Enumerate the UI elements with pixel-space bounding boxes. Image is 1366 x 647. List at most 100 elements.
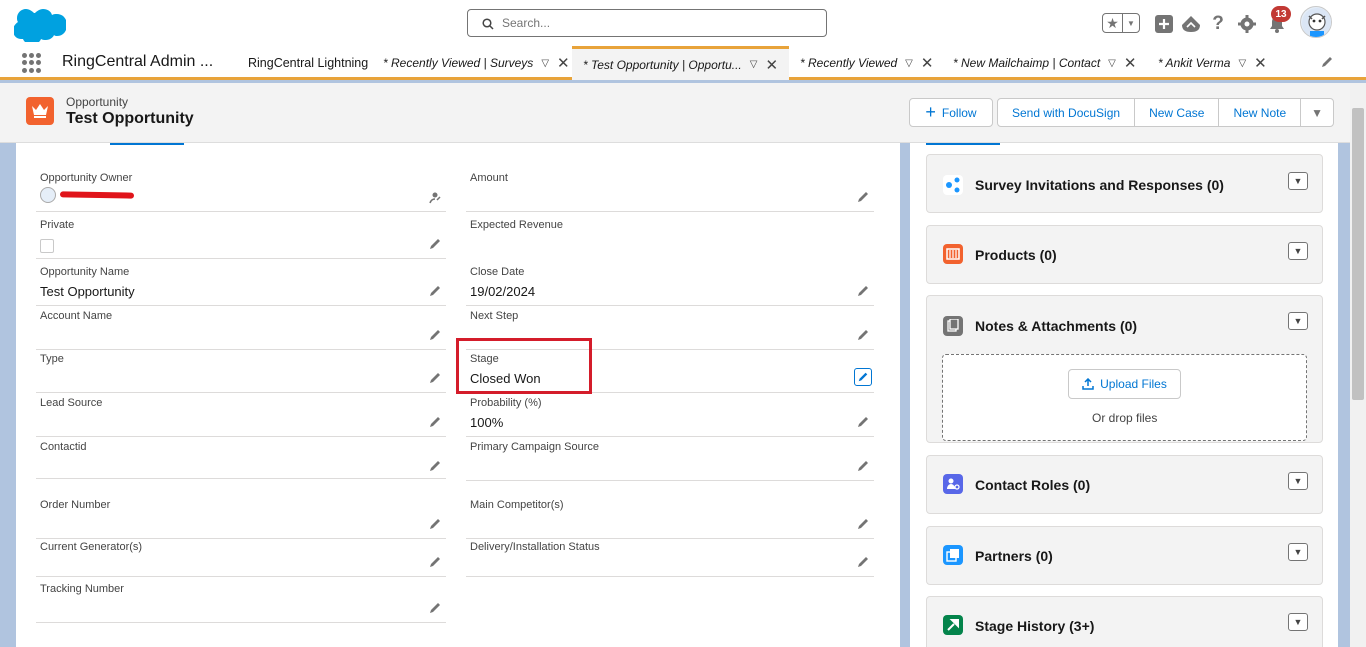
- global-actions-icon[interactable]: [1153, 13, 1175, 35]
- close-icon[interactable]: ✕: [921, 54, 934, 72]
- field-label: Next Step: [470, 310, 519, 322]
- tab-recently-viewed-surveys[interactable]: * Recently Viewed | Surveys ▽ ✕: [383, 46, 570, 80]
- edit-pencil-icon[interactable]: [428, 237, 442, 251]
- field-label: Lead Source: [40, 397, 103, 409]
- notes-card-title[interactable]: Notes & Attachments (0): [975, 318, 1137, 334]
- close-icon[interactable]: ✕: [557, 54, 570, 72]
- chevron-down-icon[interactable]: ▽: [905, 58, 913, 69]
- close-icon[interactable]: ✕: [765, 56, 778, 74]
- more-actions-chevron-icon[interactable]: ▼: [1301, 99, 1333, 126]
- edit-nav-pencil-icon[interactable]: [1320, 55, 1334, 74]
- field-label: Type: [40, 353, 64, 365]
- field-label: Opportunity Name: [40, 266, 130, 278]
- owner-avatar: [40, 187, 56, 203]
- field-primary-campaign-source: Primary Campaign Source: [466, 437, 874, 481]
- edit-pencil-icon[interactable]: [856, 190, 870, 204]
- tab-ankit-verma[interactable]: * Ankit Verma ▽ ✕: [1158, 46, 1267, 80]
- edit-pencil-icon[interactable]: [856, 415, 870, 429]
- edit-pencil-icon[interactable]: [428, 601, 442, 615]
- edit-pencil-icon[interactable]: [856, 284, 870, 298]
- edit-pencil-icon[interactable]: [428, 328, 442, 342]
- edit-pencil-icon[interactable]: [428, 555, 442, 569]
- new-case-button[interactable]: New Case: [1135, 99, 1220, 126]
- related-card-stage-history: Stage History (3+) ▼: [926, 596, 1323, 647]
- nav-item-ringcentral-lightning[interactable]: RingCentral Lightning: [248, 56, 368, 70]
- contact-roles-card-title[interactable]: Contact Roles (0): [975, 477, 1090, 493]
- tab-new-mailchaimp-contact[interactable]: * New Mailchaimp | Contact ▽ ✕: [953, 46, 1136, 80]
- chevron-down-icon[interactable]: ▼: [1288, 312, 1308, 330]
- page-title: Test Opportunity: [66, 110, 194, 127]
- tab-label: * Test Opportunity | Opportu...: [583, 57, 742, 72]
- chevron-down-icon[interactable]: ▽: [1108, 58, 1116, 69]
- stage-edit-pencil-icon[interactable]: [854, 368, 872, 386]
- field-close-date: Close Date 19/02/2024: [466, 262, 874, 306]
- tab-recently-viewed[interactable]: * Recently Viewed ▽ ✕: [800, 46, 933, 80]
- edit-pencil-icon[interactable]: [856, 328, 870, 342]
- stage-history-card-title[interactable]: Stage History (3+): [975, 618, 1094, 634]
- chevron-down-icon[interactable]: ▽: [750, 59, 758, 70]
- edit-pencil-icon[interactable]: [428, 517, 442, 531]
- partners-card-title[interactable]: Partners (0): [975, 548, 1053, 564]
- star-icon[interactable]: ★: [1103, 14, 1123, 32]
- follow-button[interactable]: + Follow: [909, 98, 993, 127]
- survey-card-title[interactable]: Survey Invitations and Responses (0): [975, 177, 1224, 193]
- chevron-down-icon[interactable]: ▼: [1288, 472, 1308, 490]
- field-label: Probability (%): [470, 397, 542, 409]
- favorites-button[interactable]: ★ ▼: [1102, 13, 1140, 33]
- upload-files-label: Upload Files: [1100, 377, 1167, 391]
- send-with-docusign-button[interactable]: Send with DocuSign: [998, 99, 1136, 126]
- gear-icon[interactable]: [1236, 13, 1258, 35]
- chevron-down-icon[interactable]: ▼: [1288, 172, 1308, 190]
- chevron-down-icon[interactable]: ▽: [541, 58, 549, 69]
- upload-icon: [1082, 378, 1094, 390]
- edit-pencil-icon[interactable]: [428, 371, 442, 385]
- tab-label: * Ankit Verma: [1158, 56, 1231, 70]
- tab-label: * Recently Viewed | Surveys: [383, 56, 534, 70]
- upload-files-button[interactable]: Upload Files: [1068, 369, 1181, 399]
- field-current-generators: Current Generator(s): [36, 537, 446, 577]
- field-order-number: Order Number: [36, 495, 446, 539]
- redacted-owner-name[interactable]: [59, 191, 135, 199]
- edit-pencil-icon[interactable]: [856, 517, 870, 531]
- app-launcher-icon[interactable]: [22, 53, 42, 73]
- change-owner-icon[interactable]: [428, 190, 442, 204]
- new-note-button[interactable]: New Note: [1219, 99, 1302, 126]
- field-label: Expected Revenue: [470, 219, 563, 231]
- follow-button-label: Follow: [941, 105, 977, 120]
- field-label: Amount: [470, 172, 508, 184]
- related-tab-indicator: [926, 143, 1000, 145]
- global-search[interactable]: [467, 9, 827, 37]
- field-type: Type: [36, 349, 446, 393]
- partners-icon: [943, 545, 963, 565]
- products-card-title[interactable]: Products (0): [975, 247, 1057, 263]
- edit-pencil-icon[interactable]: [428, 284, 442, 298]
- private-checkbox[interactable]: [40, 239, 54, 253]
- chevron-down-icon[interactable]: ▼: [1288, 242, 1308, 260]
- field-private: Private: [36, 215, 446, 259]
- notification-count-badge: 13: [1271, 6, 1291, 22]
- field-opportunity-name: Opportunity Name Test Opportunity: [36, 262, 446, 306]
- action-button-group: Send with DocuSign New Case New Note ▼: [997, 98, 1335, 127]
- related-card-partners: Partners (0) ▼: [926, 526, 1323, 585]
- chevron-down-icon[interactable]: ▼: [1123, 14, 1139, 32]
- field-label: Delivery/Installation Status: [470, 541, 600, 553]
- chevron-down-icon[interactable]: ▼: [1288, 543, 1308, 561]
- close-icon[interactable]: ✕: [1254, 54, 1267, 72]
- tab-test-opportunity[interactable]: * Test Opportunity | Opportu... ▽ ✕: [572, 46, 789, 80]
- edit-pencil-icon[interactable]: [856, 555, 870, 569]
- salesforce-logo[interactable]: [14, 6, 66, 42]
- edit-pencil-icon[interactable]: [856, 459, 870, 473]
- close-icon[interactable]: ✕: [1124, 54, 1137, 72]
- search-input[interactable]: [502, 13, 812, 33]
- edit-pencil-icon[interactable]: [428, 459, 442, 473]
- chevron-down-icon[interactable]: ▼: [1288, 613, 1308, 631]
- edit-pencil-icon[interactable]: [428, 415, 442, 429]
- scrollbar-thumb[interactable]: [1352, 108, 1364, 400]
- field-label: Tracking Number: [40, 583, 124, 595]
- chevron-down-icon[interactable]: ▽: [1238, 58, 1246, 69]
- trailhead-icon[interactable]: [1180, 13, 1202, 35]
- stage-history-icon: [943, 615, 963, 635]
- survey-icon: [943, 175, 963, 195]
- user-avatar[interactable]: [1300, 6, 1332, 38]
- help-icon[interactable]: ?: [1207, 13, 1229, 35]
